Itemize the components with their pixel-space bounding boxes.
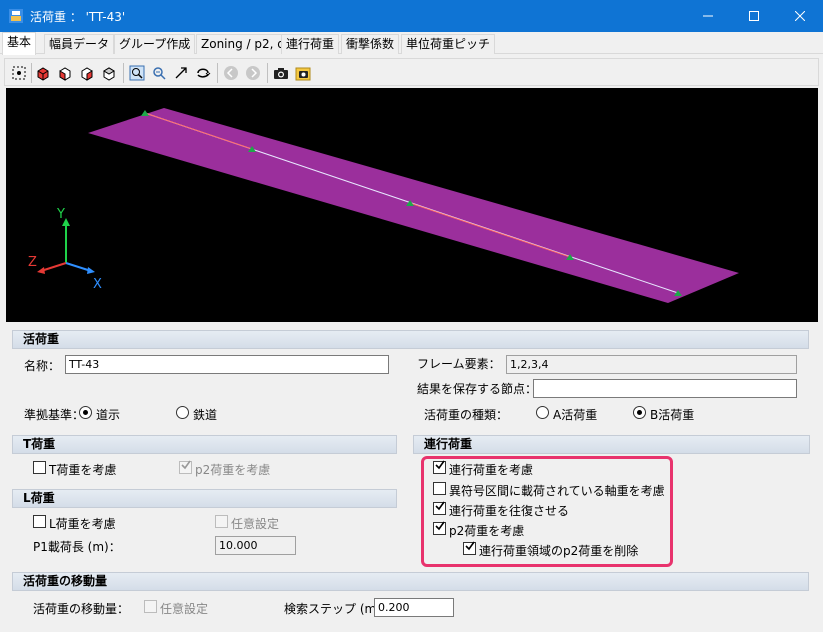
type-a-radio[interactable] xyxy=(536,406,549,419)
forward-icon[interactable] xyxy=(243,63,263,83)
back-icon[interactable] xyxy=(221,63,241,83)
standard-road-radio[interactable] xyxy=(79,406,92,419)
rotate-icon[interactable] xyxy=(193,63,213,83)
app-icon xyxy=(9,9,23,23)
standard-rail-label: 鉄道 xyxy=(193,408,218,422)
view-top-icon[interactable] xyxy=(99,63,119,83)
model-viewport[interactable]: Y Z X xyxy=(6,88,818,322)
t-load-header: T荷重 xyxy=(12,435,397,454)
standard-rail-radio[interactable] xyxy=(176,406,189,419)
camera-save-icon[interactable] xyxy=(293,63,313,83)
save-node-input[interactable] xyxy=(533,379,797,398)
check-icon xyxy=(181,460,191,470)
bridge-model-view: Y Z X xyxy=(28,108,739,303)
movement-optional-checkbox[interactable] xyxy=(144,600,157,613)
node-label: 結果を保存する節点： xyxy=(417,382,538,396)
l-optional-label: 任意設定 xyxy=(231,517,280,531)
movement-label: 活荷重の移動量： xyxy=(33,602,130,616)
node-marker xyxy=(141,110,149,116)
zoom-out-icon[interactable] xyxy=(149,63,169,83)
frame-elements-field: 1,2,3,4 xyxy=(506,355,797,374)
view-iso-icon[interactable] xyxy=(33,63,53,83)
consider-l-load-label: L荷重を考慮 xyxy=(49,517,116,531)
p1-length-label: P1載荷長 (m)： xyxy=(33,540,121,554)
select-icon[interactable] xyxy=(9,63,29,83)
tab-unit-load-pitch[interactable]: 単位荷重ピッチ xyxy=(401,34,496,54)
name-input[interactable]: TT-43 xyxy=(65,355,389,374)
view-front-icon[interactable] xyxy=(55,63,75,83)
consider-t-load-checkbox[interactable] xyxy=(33,461,46,474)
frame-label: フレーム要素： xyxy=(417,357,501,371)
live-load-header: 活荷重 xyxy=(12,330,809,349)
tab-basic[interactable]: 基本 xyxy=(2,32,37,55)
standard-road-label: 道示 xyxy=(96,408,121,422)
axis-x-label: X xyxy=(93,277,102,292)
window-title: 活荷重 ： 'TT-43' xyxy=(30,10,126,24)
tab-group-create[interactable]: グループ作成 xyxy=(114,34,196,54)
maximize-icon xyxy=(749,11,759,21)
type-b-radio[interactable] xyxy=(633,406,646,419)
minimize-icon xyxy=(703,15,713,17)
movement-header: 活荷重の移動量 xyxy=(12,572,809,591)
view-side-icon[interactable] xyxy=(77,63,97,83)
consider-p2-t-checkbox[interactable] xyxy=(179,460,192,474)
highlight-box xyxy=(421,456,673,567)
type-b-label: B活荷重 xyxy=(650,408,695,422)
tab-impact-factor[interactable]: 衝撃係数 xyxy=(341,34,400,54)
name-label: 名称： xyxy=(24,359,61,373)
zoom-window-icon[interactable] xyxy=(127,63,147,83)
pan-icon[interactable] xyxy=(171,63,191,83)
movement-optional-label: 任意設定 xyxy=(160,602,209,616)
standard-label: 準拠基準： xyxy=(24,408,85,422)
close-button[interactable] xyxy=(777,0,823,32)
type-a-label: A活荷重 xyxy=(553,408,598,422)
toolbar xyxy=(4,58,819,86)
tab-zoning[interactable]: Zoning / p2, q xyxy=(196,34,290,54)
search-step-field[interactable]: 0.200 xyxy=(374,598,454,617)
camera-icon[interactable] xyxy=(271,63,291,83)
consider-t-load-label: T荷重を考慮 xyxy=(49,463,117,477)
tab-strip: 基本 幅員データ グループ作成 Zoning / p2, q 連行荷重 衝撃係数… xyxy=(0,32,823,55)
p1-length-field[interactable]: 10.000 xyxy=(215,536,296,555)
load-type-label: 活荷重の種類： xyxy=(424,408,509,422)
l-optional-checkbox[interactable] xyxy=(215,515,228,528)
axis-z-label: Z xyxy=(28,255,37,270)
close-icon xyxy=(795,11,805,21)
maximize-button[interactable] xyxy=(731,0,777,32)
moving-load-header: 連行荷重 xyxy=(413,435,810,454)
title-bar: 活荷重 ： 'TT-43' xyxy=(0,0,823,32)
minimize-button[interactable] xyxy=(685,0,731,32)
tab-moving-load[interactable]: 連行荷重 xyxy=(281,34,340,54)
consider-l-load-checkbox[interactable] xyxy=(33,515,46,528)
axis-y-label: Y xyxy=(56,207,65,222)
tab-width-data[interactable]: 幅員データ xyxy=(44,34,115,54)
consider-p2-t-label: p2荷重を考慮 xyxy=(195,463,271,477)
l-load-header: L荷重 xyxy=(12,489,397,508)
